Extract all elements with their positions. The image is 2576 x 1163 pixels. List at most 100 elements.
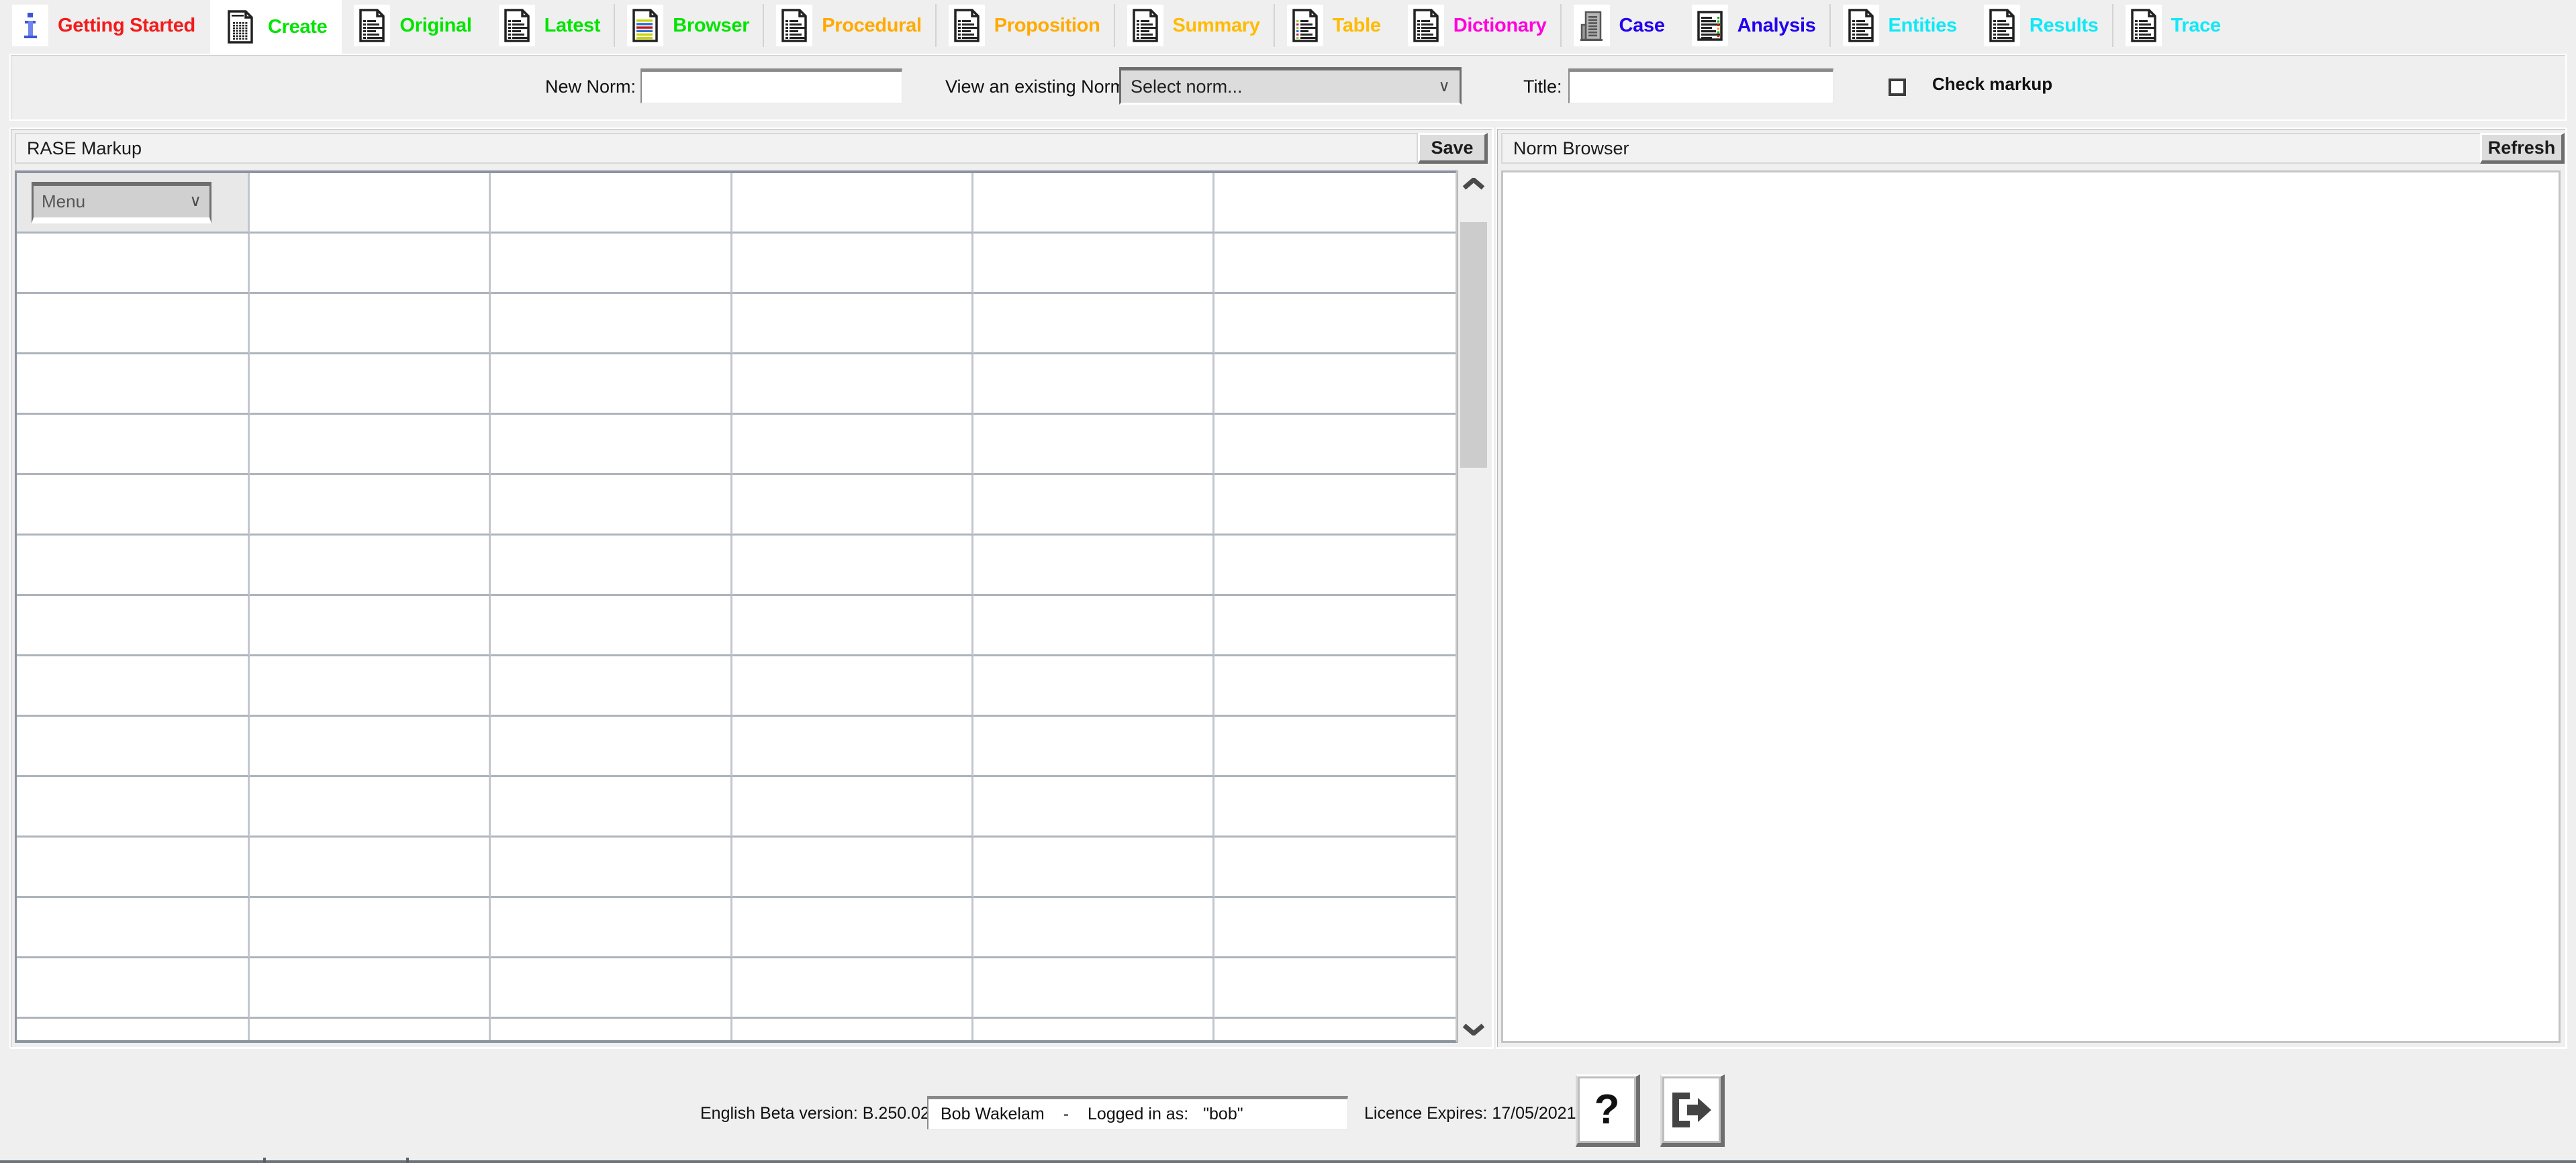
grid-cell[interactable] [17, 1019, 250, 1040]
grid-cell[interactable] [732, 717, 973, 777]
grid-cell[interactable] [491, 656, 732, 717]
grid-cell[interactable] [973, 777, 1214, 838]
tab-trace[interactable]: Trace [2113, 0, 2236, 51]
grid-cell[interactable] [973, 958, 1214, 1019]
grid-cell[interactable] [1214, 958, 1456, 1019]
grid-cell[interactable] [17, 415, 250, 475]
grid-cell[interactable] [1214, 294, 1456, 354]
grid-cell[interactable] [973, 717, 1214, 777]
grid-cell[interactable] [17, 777, 250, 838]
grid-cell[interactable] [491, 173, 732, 234]
tab-browser[interactable]: Browser [615, 0, 765, 51]
title-input[interactable] [1568, 68, 1833, 103]
grid-cell[interactable] [250, 475, 491, 536]
grid-cell[interactable] [732, 958, 973, 1019]
grid-cell[interactable] [491, 838, 732, 898]
grid-cell[interactable] [1214, 234, 1456, 294]
grid-cell[interactable] [250, 415, 491, 475]
grid-cell[interactable] [732, 1019, 973, 1040]
chevron-down-icon[interactable] [1458, 1016, 1489, 1043]
grid-cell[interactable] [491, 1019, 732, 1040]
grid-cell[interactable] [973, 656, 1214, 717]
menu-dropdown[interactable]: Menu ∨ [32, 181, 211, 223]
grid-cell[interactable] [17, 717, 250, 777]
grid-cell[interactable] [973, 1019, 1214, 1040]
grid-cell[interactable] [491, 958, 732, 1019]
grid-cell[interactable] [491, 354, 732, 415]
save-button[interactable]: Save [1418, 133, 1488, 164]
rase-markup-grid[interactable]: Menu ∨ [15, 170, 1457, 1043]
grid-cell[interactable] [491, 475, 732, 536]
grid-cell[interactable] [491, 234, 732, 294]
tab-procedural[interactable]: Procedural [764, 0, 937, 51]
grid-cell[interactable] [973, 536, 1214, 596]
grid-cell[interactable] [973, 354, 1214, 415]
grid-cell[interactable] [491, 898, 732, 958]
grid-cell[interactable] [732, 838, 973, 898]
grid-cell[interactable] [250, 596, 491, 656]
grid-cell[interactable] [17, 898, 250, 958]
grid-cell[interactable] [732, 475, 973, 536]
grid-cell[interactable] [732, 294, 973, 354]
grid-cell[interactable] [1214, 838, 1456, 898]
scrollbar-thumb[interactable] [1460, 221, 1487, 468]
tab-entities[interactable]: Entities [1830, 0, 1972, 51]
grid-cell[interactable] [17, 294, 250, 354]
grid-cell[interactable] [491, 294, 732, 354]
tab-dictionary[interactable]: Dictionary [1395, 0, 1562, 51]
grid-cell[interactable] [17, 838, 250, 898]
tab-getting-started[interactable]: Getting Started [0, 0, 210, 51]
grid-cell[interactable] [250, 294, 491, 354]
grid-cell[interactable] [250, 717, 491, 777]
tab-summary[interactable]: Summary [1114, 0, 1275, 51]
grid-cell[interactable] [732, 656, 973, 717]
grid-cell[interactable] [1214, 1019, 1456, 1040]
grid-cell[interactable] [17, 536, 250, 596]
tab-table[interactable]: Table [1274, 0, 1396, 51]
grid-cell[interactable] [732, 777, 973, 838]
grid-cell[interactable] [17, 596, 250, 656]
grid-cell[interactable] [1214, 415, 1456, 475]
grid-cell[interactable] [973, 475, 1214, 536]
grid-cell[interactable] [250, 838, 491, 898]
grid-cell[interactable] [250, 656, 491, 717]
grid-cell[interactable] [732, 415, 973, 475]
grid-cell[interactable] [17, 234, 250, 294]
norm-browser-content[interactable] [1501, 170, 2561, 1043]
grid-cell[interactable] [491, 777, 732, 838]
grid-cell[interactable] [1214, 475, 1456, 536]
tab-case[interactable]: Case [1561, 0, 1680, 51]
grid-cell[interactable] [1214, 596, 1456, 656]
grid-cell[interactable] [250, 354, 491, 415]
grid-cell[interactable] [491, 596, 732, 656]
grid-cell[interactable] [17, 656, 250, 717]
grid-cell[interactable] [250, 898, 491, 958]
grid-cell[interactable] [732, 596, 973, 656]
grid-cell[interactable] [973, 234, 1214, 294]
grid-cell[interactable] [732, 173, 973, 234]
grid-cell[interactable] [491, 415, 732, 475]
select-norm-dropdown[interactable]: Select norm... ∨ [1119, 67, 1462, 105]
exit-button[interactable] [1660, 1074, 1725, 1147]
grid-cell[interactable] [973, 173, 1214, 234]
grid-cell[interactable] [1214, 777, 1456, 838]
grid-cell[interactable] [732, 898, 973, 958]
tab-results[interactable]: Results [1971, 0, 2113, 51]
menu-cell[interactable]: Menu ∨ [17, 173, 250, 234]
new-norm-input[interactable] [640, 68, 902, 103]
help-button[interactable]: ? [1576, 1074, 1640, 1147]
grid-cell[interactable] [1214, 536, 1456, 596]
grid-cell[interactable] [250, 536, 491, 596]
grid-cell[interactable] [1214, 717, 1456, 777]
tab-original[interactable]: Original [342, 0, 487, 51]
grid-cell[interactable] [17, 958, 250, 1019]
grid-cell[interactable] [250, 234, 491, 294]
grid-cell[interactable] [973, 294, 1214, 354]
tab-latest[interactable]: Latest [486, 0, 616, 51]
grid-cell[interactable] [250, 958, 491, 1019]
grid-cell[interactable] [1214, 354, 1456, 415]
grid-cell[interactable] [732, 354, 973, 415]
grid-cell[interactable] [250, 173, 491, 234]
tab-analysis[interactable]: Analysis [1679, 0, 1831, 51]
refresh-button[interactable]: Refresh [2480, 133, 2565, 164]
